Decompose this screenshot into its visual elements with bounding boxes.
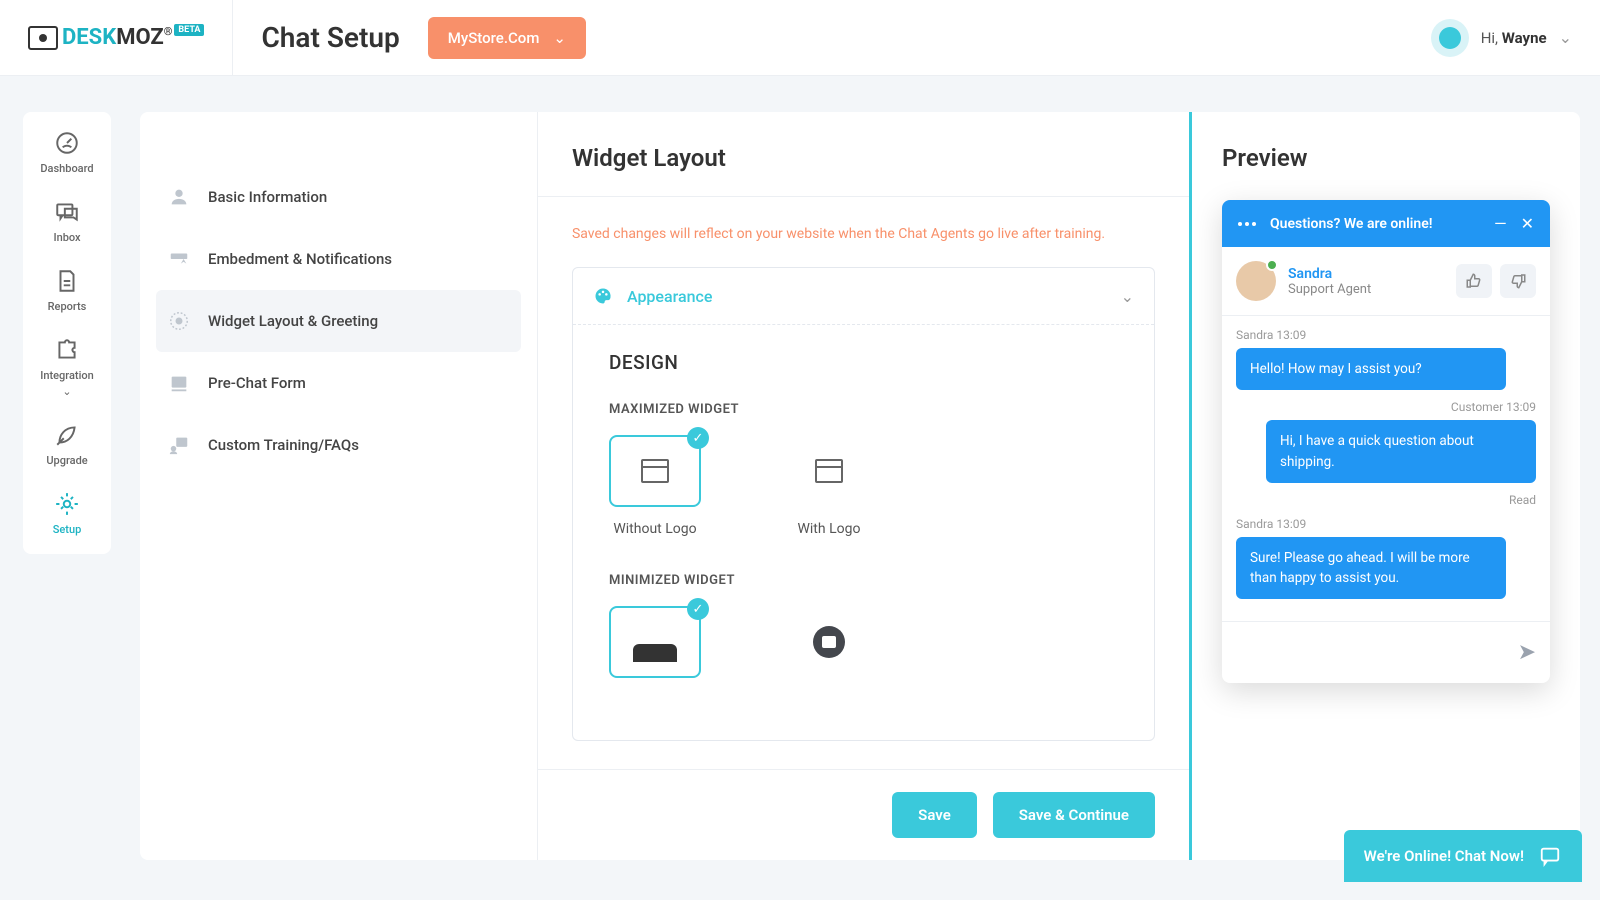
message-meta: Sandra 13:09 [1236,328,1536,342]
avatar [1431,19,1469,57]
chat-input[interactable]: ➤ [1222,621,1550,683]
document-icon [54,268,80,294]
minimize-icon[interactable]: — [1494,214,1507,233]
floating-chat-widget[interactable]: We're Online! Chat Now! [1344,830,1582,882]
message-bubble: Sure! Please go ahead. I will be more th… [1236,537,1506,600]
check-icon: ✓ [687,598,709,620]
logo-text-moz: MOZ [116,25,164,50]
tag-icon [168,248,190,270]
option-min-bubble[interactable] [783,606,875,678]
gear-icon [168,310,190,332]
subnav-widget[interactable]: Widget Layout & Greeting [156,290,521,352]
site-dropdown[interactable]: MyStore.Com ⌄ [428,17,586,59]
window-icon [641,459,669,483]
agent-row: Sandra Support Agent [1222,247,1550,316]
thumbs-up-button[interactable] [1456,264,1492,298]
message-meta: Customer 13:09 [1236,400,1536,414]
chat-icon [1538,844,1562,868]
thumbs-down-button[interactable] [1500,264,1536,298]
design-heading: DESIGN [609,351,1118,374]
panel-header: Widget Layout [538,112,1189,197]
nav-reports[interactable]: Reports [48,268,87,313]
nav-upgrade[interactable]: Upgrade [46,422,87,467]
logo-icon [28,26,58,50]
chevron-down-icon: ⌄ [1121,287,1134,306]
chat-body: Sandra 13:09 Hello! How may I assist you… [1222,316,1550,621]
training-icon [168,434,190,456]
window-icon [815,459,843,483]
message-bubble: Hello! How may I assist you? [1236,348,1506,390]
agent-name: Sandra [1288,266,1371,282]
chat-widget: Questions? We are online! — ✕ Sandra Sup… [1222,200,1550,683]
nav-setup[interactable]: Setup [53,491,82,536]
maximized-label: MAXIMIZED WIDGET [609,402,1118,417]
chat-icon [54,199,80,225]
chevron-down-icon: ⌄ [553,29,566,47]
registered-icon: ® [164,25,173,38]
accordion-body: DESIGN MAXIMIZED WIDGET ✓ Without Logo W… [573,324,1154,740]
save-button[interactable]: Save [892,792,977,838]
message-bubble: Hi, I have a quick question about shippi… [1266,420,1536,483]
panel-footer: Save Save & Continue [538,769,1189,860]
form-icon [168,372,190,394]
message-meta: Sandra 13:09 [1236,517,1536,531]
chat-header: Questions? We are online! — ✕ [1222,200,1550,247]
agent-avatar [1236,261,1276,301]
save-continue-button[interactable]: Save & Continue [993,792,1155,838]
option-with-logo[interactable]: With Logo [783,435,875,537]
subnav-embed[interactable]: Embedment & Notifications [140,228,537,290]
rocket-icon [54,422,80,448]
tab-icon [633,644,677,662]
panel-body: Saved changes will reflect on your websi… [538,197,1189,769]
preview-panel: Preview Questions? We are online! — ✕ Sa… [1192,112,1580,860]
content: Basic Information Embedment & Notificati… [140,112,1580,860]
panel-title: Widget Layout [572,144,1155,172]
divider [232,0,233,76]
check-icon: ✓ [687,427,709,449]
logo-text-desk: DESK [62,25,116,50]
chevron-down-icon: ⌄ [62,385,71,398]
bubble-icon [813,626,845,658]
chevron-down-icon: ⌄ [1559,28,1572,47]
topbar: DESKMOZ®BETA Chat Setup MyStore.Com ⌄ Hi… [0,0,1600,76]
subnav-faq[interactable]: Custom Training/FAQs [140,414,537,476]
accordion-title: Appearance [627,287,712,306]
subnav-prechat[interactable]: Pre-Chat Form [140,352,537,414]
notice-text: Saved changes will reflect on your websi… [572,223,1155,245]
menu-dots-icon[interactable] [1238,222,1256,226]
maximized-options: ✓ Without Logo With Logo [609,435,1118,537]
user-icon [168,186,190,208]
beta-badge: BETA [174,24,204,36]
logo[interactable]: DESKMOZ®BETA [28,25,204,50]
accordion-header[interactable]: Appearance ⌄ [573,268,1154,324]
site-name: MyStore.Com [448,29,540,47]
close-icon[interactable]: ✕ [1521,214,1534,233]
gear-icon [54,491,80,517]
minimized-options: ✓ [609,606,1118,678]
gauge-icon [54,130,80,156]
option-min-tab[interactable]: ✓ [609,606,701,678]
subnav: Basic Information Embedment & Notificati… [140,112,537,860]
accordion-appearance: Appearance ⌄ DESIGN MAXIMIZED WIDGET ✓ W… [572,267,1155,741]
chat-header-text: Questions? We are online! [1270,216,1480,232]
read-status: Read [1236,493,1536,507]
puzzle-icon [54,337,80,363]
user-menu[interactable]: Hi, Wayne ⌄ [1431,19,1572,57]
send-icon[interactable]: ➤ [1518,640,1536,665]
page-title: Chat Setup [261,21,399,54]
nav-dashboard[interactable]: Dashboard [40,130,93,175]
nav-inbox[interactable]: Inbox [53,199,80,244]
status-indicator [1266,259,1278,271]
agent-role: Support Agent [1288,282,1371,297]
palette-icon [593,286,613,306]
left-nav: Dashboard Inbox Reports Integration ⌄ Up… [23,112,111,554]
greeting: Hi, Wayne [1481,29,1547,47]
main-panel: Widget Layout Saved changes will reflect… [537,112,1192,860]
subnav-basic[interactable]: Basic Information [140,166,537,228]
nav-integration[interactable]: Integration ⌄ [40,337,93,398]
preview-title: Preview [1222,144,1550,172]
float-text: We're Online! Chat Now! [1364,847,1524,865]
minimized-label: MINIMIZED WIDGET [609,573,1118,588]
option-without-logo[interactable]: ✓ Without Logo [609,435,701,537]
